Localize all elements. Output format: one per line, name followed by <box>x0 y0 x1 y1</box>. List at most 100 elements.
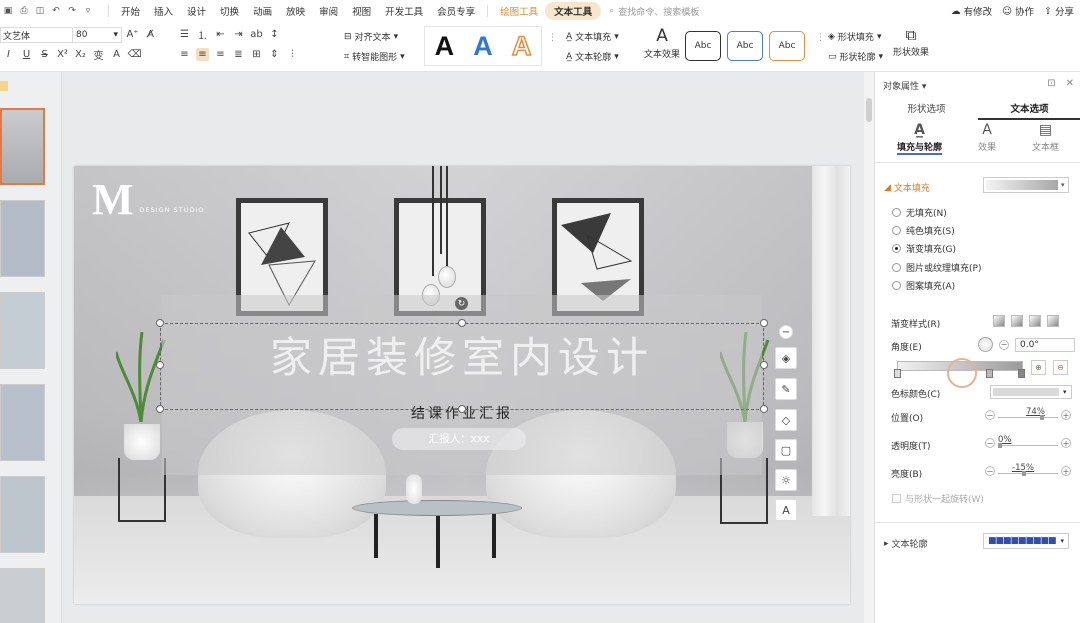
menu-transition[interactable]: 切换 <box>213 4 246 18</box>
shape-effect-button[interactable]: ⧉ 形状效果 <box>893 26 929 58</box>
strikethrough-icon[interactable]: S <box>38 48 51 61</box>
subscript-icon[interactable]: X₂ <box>74 48 87 61</box>
increment-button[interactable]: + <box>1061 466 1071 476</box>
wordart-style-orange[interactable]: A <box>511 30 532 62</box>
align-left-icon[interactable]: ≡ <box>178 48 191 61</box>
transparency-track[interactable]: 0% <box>998 435 1058 449</box>
shape-style-1[interactable]: Abc <box>685 31 721 61</box>
fill-option-pattern[interactable]: 图案填充(A) <box>892 279 955 292</box>
distribute-icon[interactable]: ⊞ <box>250 48 263 61</box>
menu-slideshow[interactable]: 放映 <box>279 4 312 18</box>
tab-text-tools[interactable]: 文本工具 <box>545 2 602 20</box>
gradient-rect-icon[interactable] <box>1029 315 1041 327</box>
wordart-more-icon[interactable]: ⋮ <box>548 33 557 43</box>
command-search[interactable]: ⌕ 查找命令、搜索模板 <box>609 5 699 18</box>
clear-format-icon[interactable]: A̸ <box>144 28 157 41</box>
slide-thumbnail[interactable] <box>0 476 45 553</box>
shape-style-2[interactable]: Abc <box>727 31 763 61</box>
increment-button[interactable]: + <box>1061 438 1071 448</box>
subtab-text-box[interactable]: ▤ 文本框 <box>1032 122 1059 158</box>
gradient-path-icon[interactable] <box>1047 315 1059 327</box>
slide-thumbnail[interactable] <box>0 292 45 369</box>
resize-handle[interactable] <box>156 361 164 369</box>
modified-button[interactable]: ☁ 有修改 <box>951 4 992 19</box>
increment-button[interactable]: + <box>1061 410 1071 420</box>
text-direction-icon[interactable]: ab <box>250 28 263 41</box>
align-right-icon[interactable]: ≡ <box>214 48 227 61</box>
smart-shape-button[interactable]: ⌗ 转智能图形 ▾ <box>344 50 405 64</box>
menu-design[interactable]: 设计 <box>180 4 213 18</box>
share-button[interactable]: ⇪ 分享 <box>1044 4 1074 19</box>
resize-handle[interactable] <box>156 405 164 413</box>
shape-style-more-icon[interactable]: ⋮ <box>816 33 825 43</box>
phonetic-icon[interactable]: 变 <box>92 48 105 62</box>
slider-knob[interactable] <box>998 443 1002 448</box>
save-icon[interactable]: ▣ <box>3 6 13 16</box>
shape-style-3[interactable]: Abc <box>769 31 805 61</box>
slider-knob[interactable] <box>1022 471 1026 476</box>
layers-icon[interactable]: ◈ <box>775 347 797 369</box>
resize-handle[interactable] <box>760 361 768 369</box>
collapse-icon[interactable]: − <box>779 325 793 339</box>
fill-gradient-preset[interactable]: ▾ <box>983 177 1069 193</box>
reporter-label[interactable]: 汇报人：xxx <box>392 428 526 450</box>
gradient-radial-icon[interactable] <box>1011 315 1023 327</box>
superscript-icon[interactable]: X² <box>56 48 69 61</box>
shape-outline-button[interactable]: ▭ 形状轮廓 ▾ <box>828 50 883 64</box>
scroll-thumb[interactable] <box>866 98 872 122</box>
angle-input[interactable]: 0.0° <box>1015 337 1075 352</box>
resize-handle[interactable] <box>458 405 466 413</box>
resize-handle[interactable] <box>760 405 768 413</box>
decrement-button[interactable]: − <box>999 339 1009 350</box>
resize-handle[interactable] <box>458 319 466 327</box>
menu-developer[interactable]: 开发工具 <box>378 4 430 18</box>
tab-drawing-tools[interactable]: 绘图工具 <box>493 4 545 18</box>
text-selection-box[interactable] <box>160 323 764 410</box>
text-fill-section[interactable]: ◢ 文本填充 <box>884 181 930 195</box>
align-text-button[interactable]: ⊟ 对齐文本 ▾ <box>344 30 398 44</box>
customize-icon[interactable]: ▿ <box>83 6 93 16</box>
font-grow-icon[interactable]: A⁺ <box>126 28 139 41</box>
shape-fill-button[interactable]: ◈ 形状填充 ▾ <box>828 30 881 44</box>
bullet-list-icon[interactable]: ☰ <box>178 28 191 41</box>
italic-icon[interactable]: I <box>2 48 15 61</box>
menu-home[interactable]: 开始 <box>114 4 147 18</box>
text-fill-button[interactable]: A̲ 文本填充 ▾ <box>566 30 619 44</box>
subtab-fill-outline[interactable]: A̲ 填充与轮廓 <box>896 122 942 158</box>
close-icon[interactable]: ✕ <box>1066 78 1074 89</box>
gradient-stop[interactable] <box>986 369 993 378</box>
outline-icon[interactable]: ▢ <box>775 439 797 461</box>
decrement-button[interactable]: − <box>985 410 995 420</box>
preview-icon[interactable]: ◫ <box>35 6 45 16</box>
slide-thumbnail[interactable] <box>0 108 45 185</box>
fill-icon[interactable]: ◇ <box>775 409 797 431</box>
resize-handle[interactable] <box>760 319 768 327</box>
gradient-linear-icon[interactable] <box>993 315 1005 327</box>
lightbulb-icon[interactable]: ☼ <box>775 469 797 491</box>
redo-icon[interactable]: ↷ <box>67 6 77 16</box>
wordart-style-blue[interactable]: A <box>473 31 493 62</box>
line-spacing-icon[interactable]: ↕ <box>268 28 281 41</box>
eraser-icon[interactable]: ⌫ <box>127 48 141 61</box>
brightness-track[interactable]: -15% <box>998 463 1058 477</box>
text-outline-select[interactable]: ■■■■■■■■■ ▾ <box>983 533 1069 549</box>
slider-knob[interactable] <box>1040 415 1044 420</box>
menu-view[interactable]: 视图 <box>345 4 378 18</box>
fill-option-gradient[interactable]: 渐变填充(G) <box>892 242 956 255</box>
undo-icon[interactable]: ↶ <box>51 6 61 16</box>
print-icon[interactable]: ⎙ <box>19 6 29 16</box>
text-box-icon[interactable]: A <box>775 499 797 521</box>
lock-icon[interactable]: ⊡ <box>1047 78 1055 89</box>
decrement-button[interactable]: − <box>985 466 995 476</box>
underline-icon[interactable]: U <box>20 48 33 61</box>
decrement-button[interactable]: − <box>985 438 995 448</box>
panel-title[interactable]: 对象属性 ▾ <box>883 79 926 92</box>
columns-icon[interactable]: ⫶ <box>286 48 299 61</box>
stop-color-select[interactable]: ▾ <box>990 385 1072 399</box>
wordart-style-black[interactable]: A <box>435 31 455 62</box>
text-effect-button[interactable]: A 文本效果 <box>644 26 680 60</box>
paragraph-spacing-icon[interactable]: ⇕ <box>268 48 281 61</box>
menu-insert[interactable]: 插入 <box>147 4 180 18</box>
indent-increase-icon[interactable]: ⇥ <box>232 28 245 41</box>
font-color-icon[interactable]: A <box>110 48 123 61</box>
